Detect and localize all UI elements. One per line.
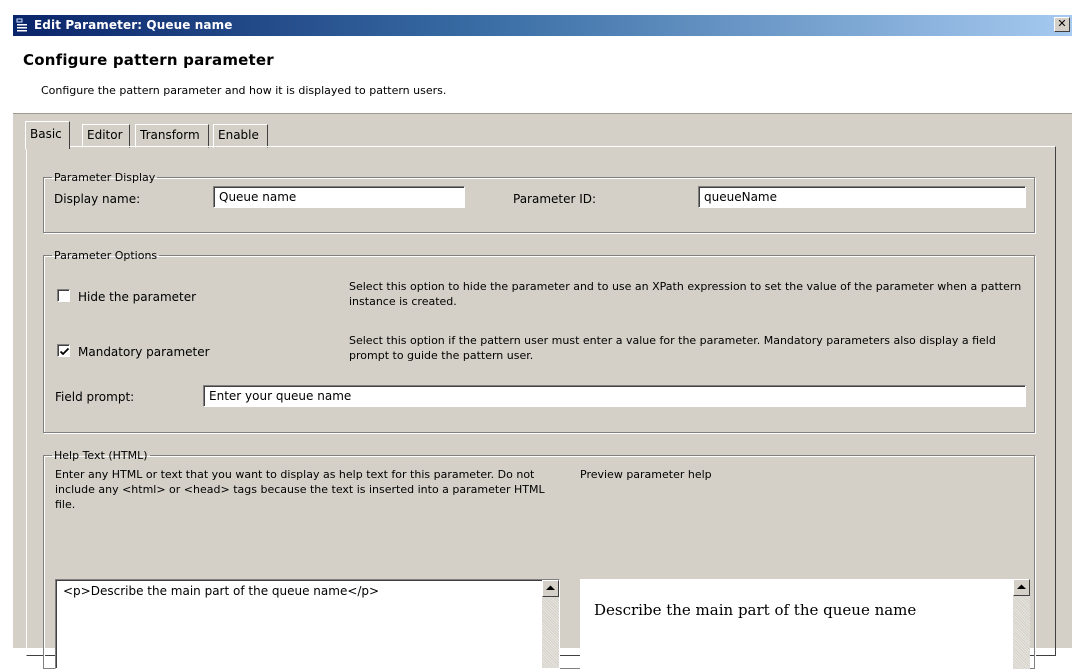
preview-help-label: Preview parameter help: [580, 468, 712, 481]
parameter-id-field[interactable]: queueName: [698, 186, 1026, 208]
scroll-up-arrow-icon: [1017, 584, 1026, 589]
edit-parameter-dialog: Edit Parameter: Queue name ✕ Configure p…: [12, 15, 1072, 669]
tab-label: Editor: [87, 128, 123, 142]
page-title: Configure pattern parameter: [23, 51, 274, 69]
field-prompt-label: Field prompt:: [55, 390, 135, 404]
hide-parameter-checkbox[interactable]: [57, 289, 70, 302]
close-icon: ✕: [1057, 17, 1067, 30]
help-html-editor[interactable]: <p>Describe the main part of the queue n…: [55, 579, 560, 669]
preview-text: Describe the main part of the queue name: [594, 601, 917, 619]
field-prompt-field[interactable]: Enter your queue name: [203, 385, 1026, 407]
tab-label: Enable: [218, 128, 259, 142]
window-title: Edit Parameter: Queue name: [34, 18, 233, 32]
tab-transform[interactable]: Transform: [135, 124, 209, 148]
checkmark-icon: [59, 347, 70, 356]
scroll-up-button[interactable]: [1013, 579, 1030, 596]
help-preview-pane: Describe the main part of the queue name: [580, 579, 1030, 669]
tab-editor[interactable]: Editor: [82, 124, 130, 148]
hide-parameter-label: Hide the parameter: [78, 290, 197, 304]
group-legend: Help Text (HTML): [54, 449, 148, 462]
page-description: Configure the pattern parameter and how …: [41, 84, 447, 97]
group-legend: Parameter Display: [54, 171, 156, 184]
basic-tab-panel: Parameter Display Display name: Queue na…: [26, 146, 1056, 669]
close-button[interactable]: ✕: [1054, 17, 1070, 32]
hide-parameter-description: Select this option to hide the parameter…: [349, 280, 1022, 308]
title-bar[interactable]: Edit Parameter: Queue name ✕: [13, 15, 1072, 36]
preview-scrollbar[interactable]: [1013, 579, 1030, 669]
parameter-icon: [16, 18, 30, 32]
dialog-header: Configure pattern parameter Configure th…: [13, 36, 1072, 114]
help-text-instructions: Enter any HTML or text that you want to …: [55, 468, 545, 511]
tab-label: Transform: [140, 128, 200, 142]
tab-label: Basic: [30, 127, 62, 141]
tab-basic[interactable]: Basic: [25, 121, 70, 149]
display-name-field[interactable]: Queue name: [213, 186, 465, 208]
parameter-id-label: Parameter ID:: [513, 192, 597, 206]
mandatory-parameter-checkbox[interactable]: [57, 344, 70, 357]
scroll-up-arrow-icon: [546, 585, 555, 590]
editor-text: <p>Describe the main part of the queue n…: [63, 584, 380, 598]
mandatory-parameter-description: Select this option if the pattern user m…: [349, 334, 996, 362]
tab-enable[interactable]: Enable: [213, 124, 268, 148]
display-name-label: Display name:: [54, 192, 141, 206]
editor-scrollbar[interactable]: [542, 580, 559, 668]
mandatory-parameter-label: Mandatory parameter: [78, 345, 210, 359]
scroll-up-button[interactable]: [542, 580, 559, 597]
group-legend: Parameter Options: [54, 249, 158, 262]
